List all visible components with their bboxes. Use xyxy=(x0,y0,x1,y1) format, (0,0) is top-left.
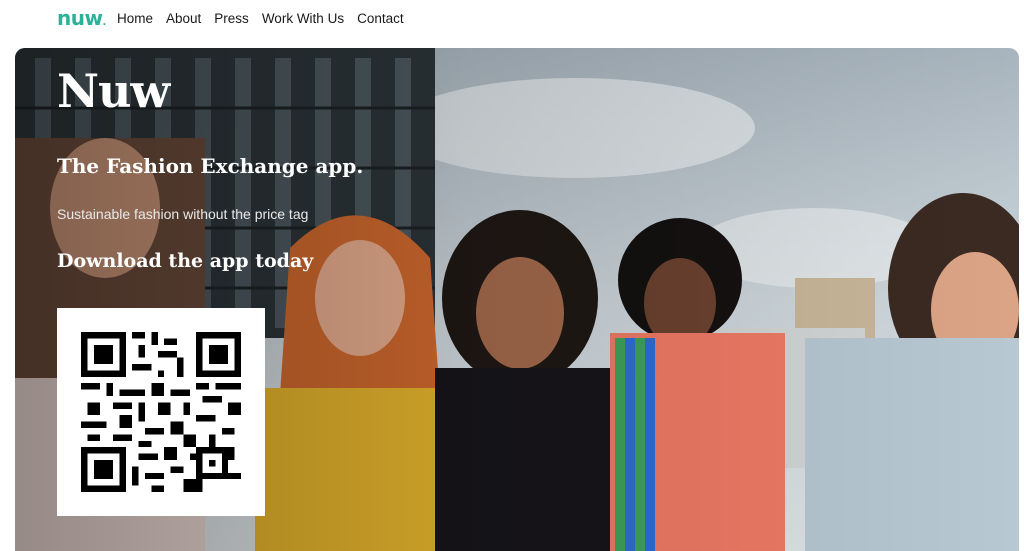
nav-link-about[interactable]: About xyxy=(166,11,201,26)
top-navigation: nuw. Home About Press Work With Us Conta… xyxy=(0,0,1024,40)
nav-link-contact[interactable]: Contact xyxy=(357,11,404,26)
hero-title: Nuw xyxy=(57,64,170,118)
nav-links: Home About Press Work With Us Contact xyxy=(117,11,404,26)
nav-link-work-with-us[interactable]: Work With Us xyxy=(262,11,344,26)
hero-tagline: Sustainable fashion without the price ta… xyxy=(57,206,309,222)
logo-text: nuw xyxy=(57,6,103,30)
qr-code-card[interactable] xyxy=(57,308,265,516)
nav-link-home[interactable]: Home xyxy=(117,11,153,26)
logo-dot: . xyxy=(102,17,106,28)
qr-code-icon xyxy=(81,332,241,492)
nav-link-press[interactable]: Press xyxy=(214,11,249,26)
download-cta: Download the app today xyxy=(57,250,314,272)
brand-logo[interactable]: nuw. xyxy=(57,6,106,30)
hero-subtitle: The Fashion Exchange app. xyxy=(57,154,364,178)
hero-section: Nuw The Fashion Exchange app. Sustainabl… xyxy=(15,48,1019,551)
